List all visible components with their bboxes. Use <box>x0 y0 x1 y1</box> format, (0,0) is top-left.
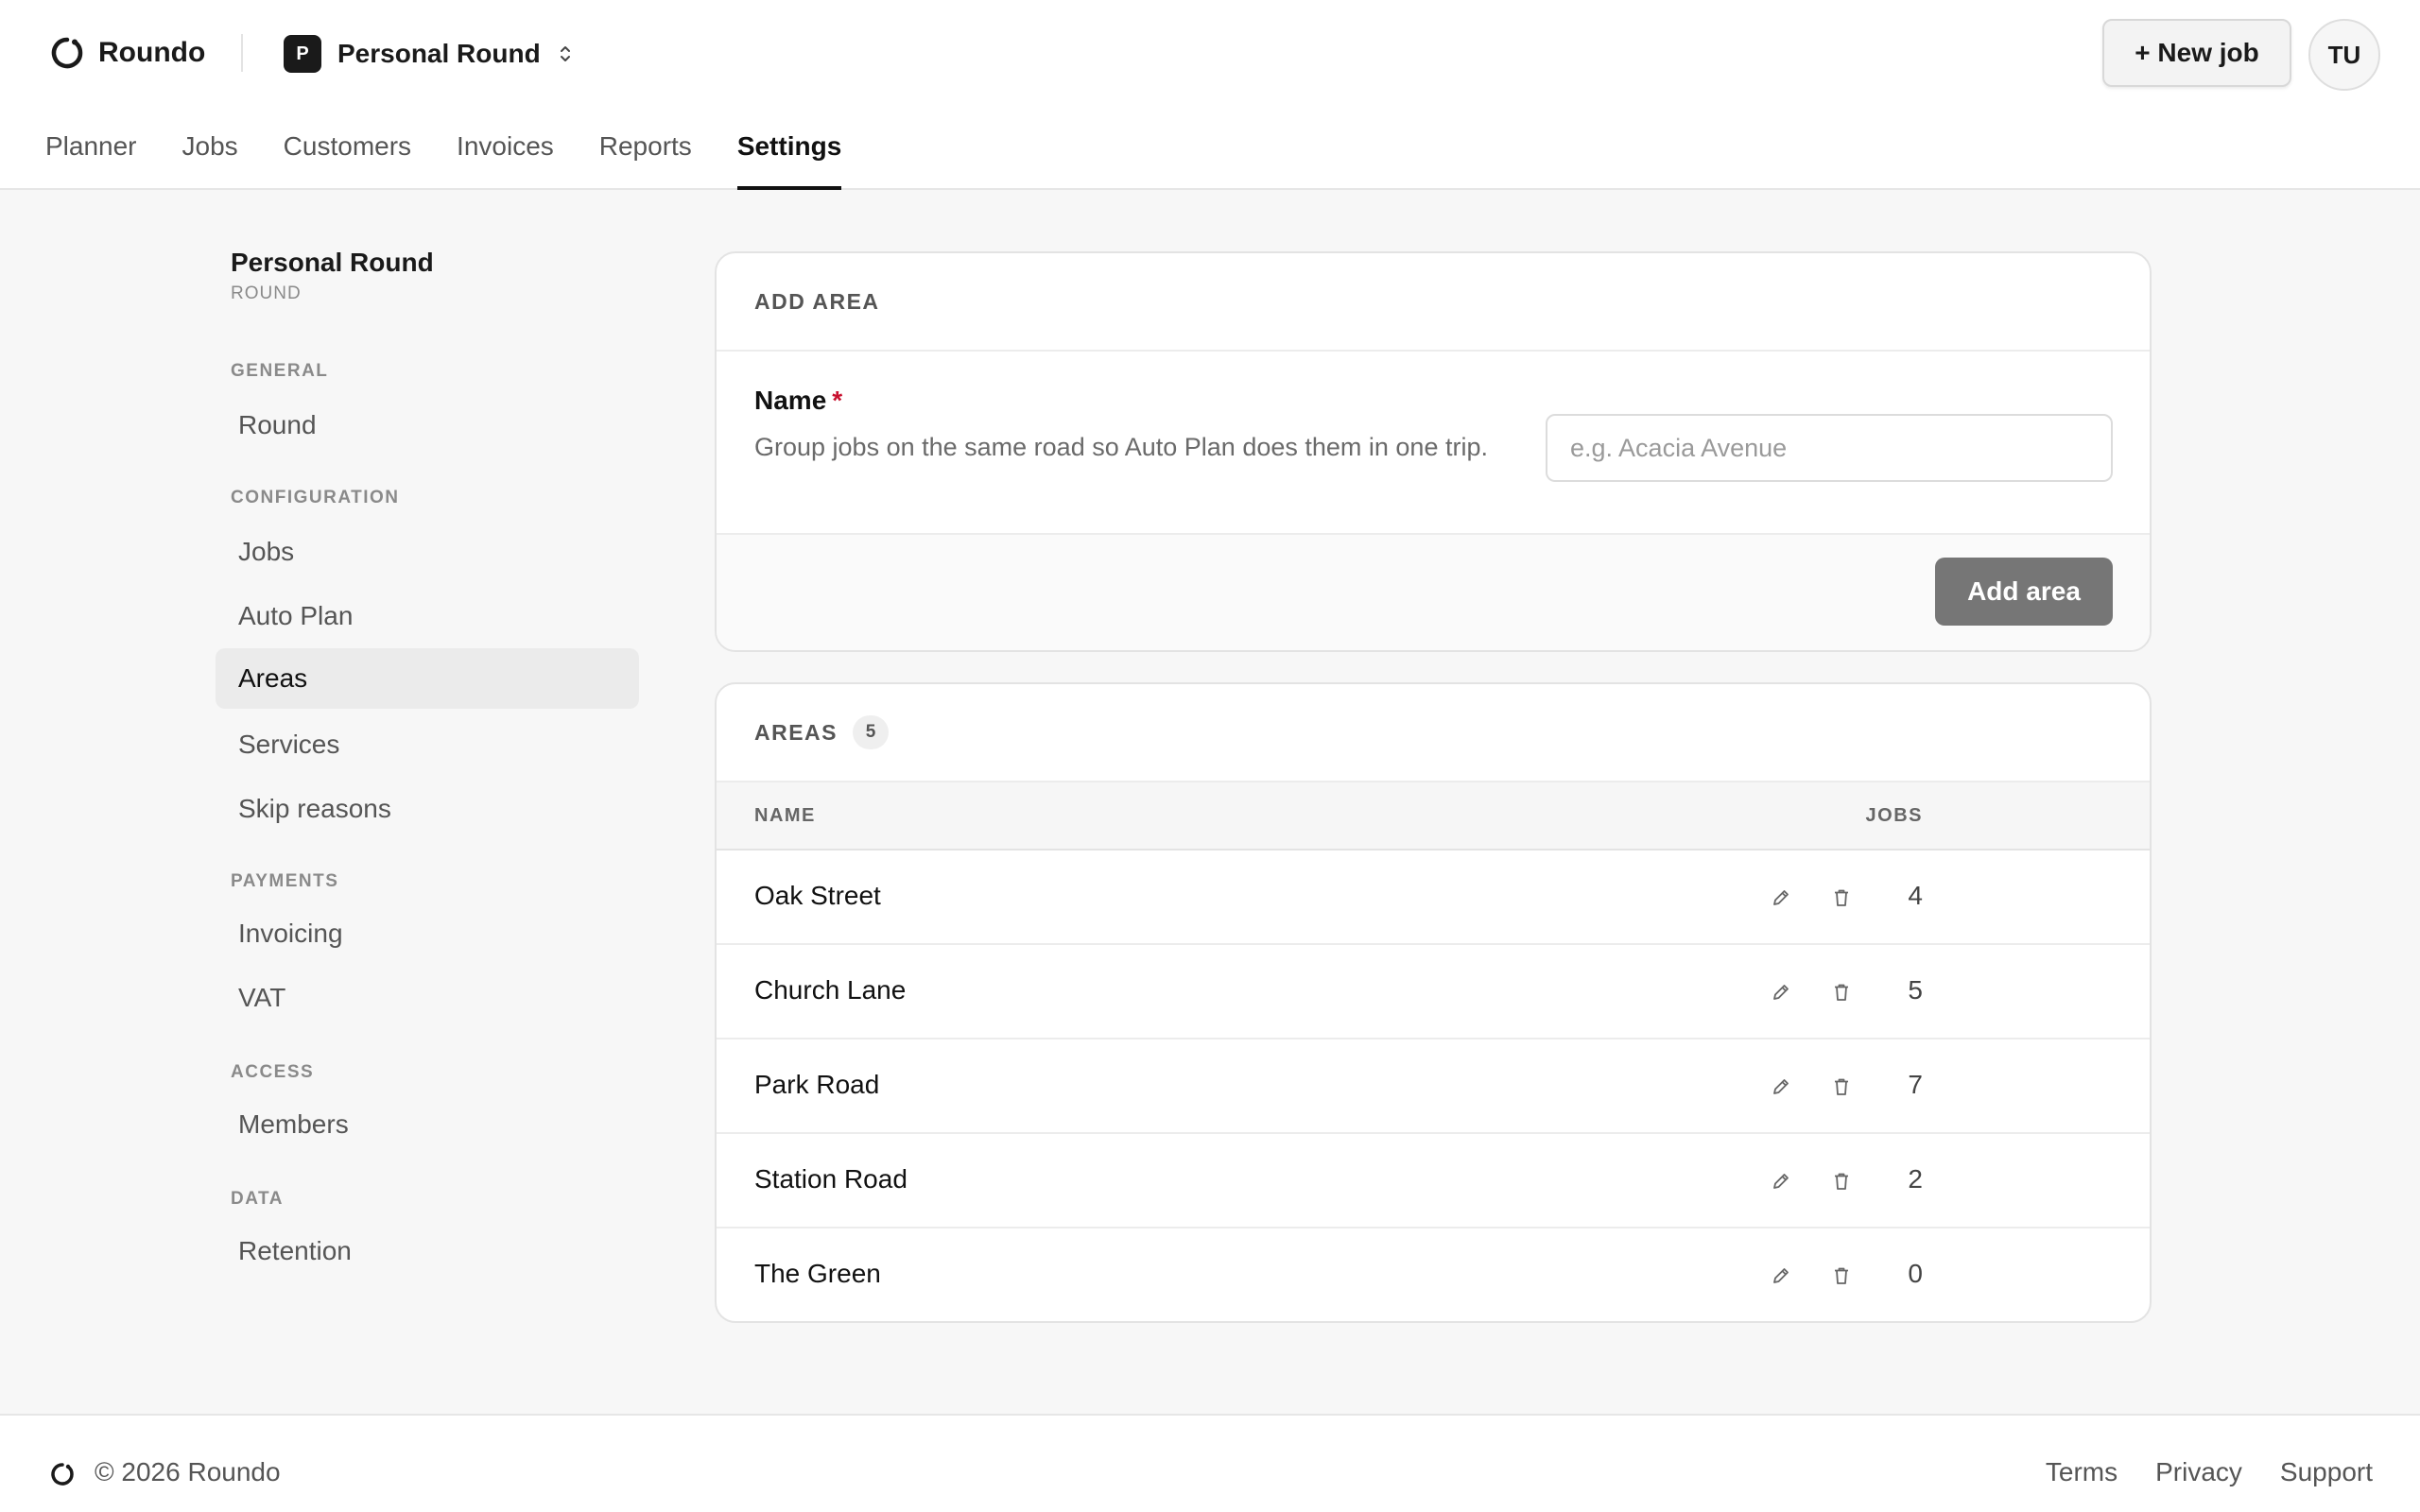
name-label-text: Name <box>754 386 827 415</box>
tab-reports[interactable]: Reports <box>599 125 692 190</box>
round-name: Personal Round <box>337 39 541 68</box>
footer-links: Terms Privacy Support <box>2008 1457 2373 1487</box>
name-help-text: Group jobs on the same road so Auto Plan… <box>754 433 1488 461</box>
main-tabs: Planner Jobs Customers Invoices Reports … <box>45 125 887 190</box>
round-avatar: P <box>284 35 321 73</box>
area-job-count: 5 <box>1908 975 1923 1005</box>
table-row: Station Road 2 <box>717 1134 2150 1228</box>
sidebar-item-auto-plan[interactable]: Auto Plan <box>216 586 639 646</box>
trash-icon[interactable] <box>1824 1070 1858 1104</box>
add-area-card: ADD AREA Name * Group jobs on the same ro… <box>715 251 2152 652</box>
ring-logo-icon <box>51 37 83 69</box>
sidebar-item-skip-reasons[interactable]: Skip reasons <box>216 779 639 839</box>
pencil-icon[interactable] <box>1764 881 1798 915</box>
table-row: Park Road 7 <box>717 1040 2150 1134</box>
header-divider <box>241 34 243 72</box>
sidebar-group-configuration: CONFIGURATION <box>231 488 400 507</box>
brand-name: Roundo <box>98 37 206 68</box>
areas-table-header: NAME JOBS <box>717 782 2150 850</box>
chevron-up-down-icon <box>560 46 570 61</box>
sidebar-group-data: DATA <box>231 1189 284 1209</box>
footer-link-terms[interactable]: Terms <box>2046 1457 2118 1487</box>
area-job-count: 4 <box>1908 881 1923 910</box>
sidebar-item-vat[interactable]: VAT <box>216 968 639 1028</box>
add-area-header: ADD AREA <box>717 253 2150 352</box>
name-field-row: Name * Group jobs on the same road so Aut… <box>717 352 2150 535</box>
sidebar-item-services[interactable]: Services <box>216 714 639 775</box>
area-job-count: 2 <box>1908 1164 1923 1194</box>
column-header-name: NAME <box>754 805 816 826</box>
trash-icon[interactable] <box>1824 975 1858 1009</box>
pencil-icon[interactable] <box>1764 1259 1798 1293</box>
top-bar: Roundo P Personal Round + New job TU Pla… <box>0 0 2420 190</box>
sidebar-subtitle: ROUND <box>231 284 302 303</box>
area-name: Oak Street <box>754 881 881 910</box>
trash-icon[interactable] <box>1824 1164 1858 1198</box>
sidebar-item-areas[interactable]: Areas <box>216 648 639 709</box>
area-name: Church Lane <box>754 975 907 1005</box>
footer-link-privacy[interactable]: Privacy <box>2155 1457 2242 1487</box>
ring-logo-icon <box>51 1463 74 1486</box>
add-area-button[interactable]: Add area <box>1935 558 2113 626</box>
tab-planner[interactable]: Planner <box>45 125 137 190</box>
sidebar-title: Personal Round <box>231 248 434 277</box>
sidebar-item-jobs[interactable]: Jobs <box>216 522 639 582</box>
tab-jobs[interactable]: Jobs <box>182 125 238 190</box>
areas-count-badge: 5 <box>853 715 890 749</box>
sidebar-item-members[interactable]: Members <box>216 1094 639 1155</box>
column-header-jobs: JOBS <box>1865 805 1923 826</box>
sidebar-group-general: GENERAL <box>231 361 329 381</box>
pencil-icon[interactable] <box>1764 975 1798 1009</box>
sidebar-group-payments: PAYMENTS <box>231 871 339 891</box>
round-switcher[interactable]: P Personal Round <box>284 34 573 74</box>
area-name: Station Road <box>754 1164 908 1194</box>
pencil-icon[interactable] <box>1764 1070 1798 1104</box>
area-job-count: 7 <box>1908 1070 1923 1099</box>
page-footer: © 2026 Roundo Terms Privacy Support <box>0 1414 2420 1512</box>
add-area-title: ADD AREA <box>754 288 880 314</box>
areas-card: AREAS 5 NAME JOBS Oak Street 4 Church La… <box>715 682 2152 1323</box>
areas-table-body: Oak Street 4 Church Lane 5 Park Road 7 S… <box>717 850 2150 1321</box>
add-area-footer: Add area <box>717 535 2150 650</box>
name-label: Name * <box>754 386 842 416</box>
trash-icon[interactable] <box>1824 881 1858 915</box>
area-name: The Green <box>754 1259 881 1288</box>
areas-header: AREAS 5 <box>717 684 2150 782</box>
area-job-count: 0 <box>1908 1259 1923 1288</box>
settings-sidebar: Personal Round ROUND GENERAL Round CONFI… <box>216 248 639 1265</box>
sidebar-group-access: ACCESS <box>231 1062 315 1082</box>
footer-link-support[interactable]: Support <box>2280 1457 2373 1487</box>
required-mark: * <box>832 386 843 415</box>
sidebar-item-invoicing[interactable]: Invoicing <box>216 903 639 964</box>
user-avatar[interactable]: TU <box>2308 19 2380 91</box>
tab-invoices[interactable]: Invoices <box>457 125 554 190</box>
pencil-icon[interactable] <box>1764 1164 1798 1198</box>
new-job-button[interactable]: + New job <box>2102 19 2291 87</box>
table-row: The Green 0 <box>717 1228 2150 1321</box>
areas-title: AREAS <box>754 719 838 745</box>
tab-settings[interactable]: Settings <box>736 125 842 190</box>
sidebar-item-round[interactable]: Round <box>216 395 639 455</box>
table-row: Church Lane 5 <box>717 945 2150 1040</box>
area-name-input[interactable] <box>1546 414 2113 482</box>
area-name: Park Road <box>754 1070 880 1099</box>
table-row: Oak Street 4 <box>717 850 2150 945</box>
sidebar-item-retention[interactable]: Retention <box>216 1221 639 1281</box>
copyright: © 2026 Roundo <box>95 1457 281 1486</box>
trash-icon[interactable] <box>1824 1259 1858 1293</box>
tab-customers[interactable]: Customers <box>284 125 411 190</box>
brand[interactable]: Roundo <box>49 30 205 76</box>
